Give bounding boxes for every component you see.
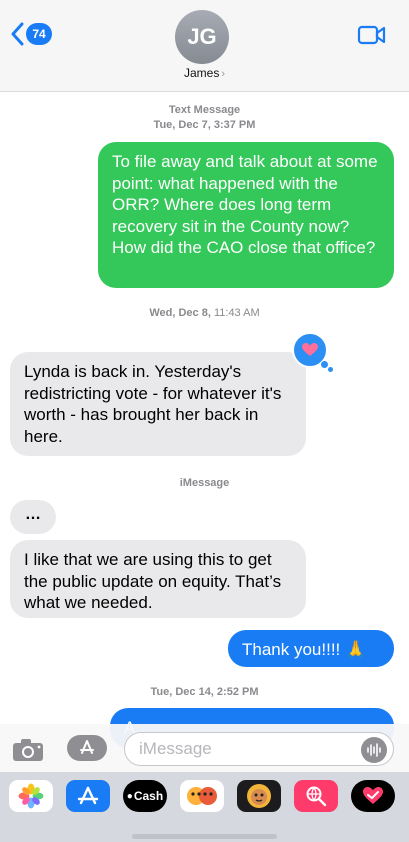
- apple-logo-icon: ●: [126, 790, 133, 802]
- service-label: Text Message: [168, 104, 241, 116]
- camera-button[interactable]: [12, 738, 44, 767]
- conversation-header: 74 JG James ›: [0, 0, 409, 92]
- chevron-right-icon: ›: [221, 68, 225, 80]
- photos-app-button[interactable]: [9, 780, 53, 812]
- memoji-stickers-icon: [187, 787, 217, 805]
- photos-icon: [18, 783, 44, 809]
- memoji-stickers-button[interactable]: [180, 780, 224, 812]
- home-indicator: [132, 834, 277, 839]
- animoji-icon: [247, 784, 271, 808]
- heart-icon: [302, 343, 318, 356]
- timestamp: Wed, Dec 8, 11:43 AM: [149, 307, 260, 319]
- received-message-bubble[interactable]: I like that we are using this to get the…: [10, 540, 306, 618]
- timestamp: Tue, Dec 7, 3:37 PM: [153, 119, 256, 131]
- unread-count-badge: 74: [26, 23, 52, 45]
- sent-imessage-bubble[interactable]: Thank you!!!! 🙏: [228, 630, 394, 667]
- contact-name: James: [183, 66, 220, 80]
- back-button[interactable]: 74: [10, 22, 52, 46]
- avatar[interactable]: JG: [175, 10, 229, 64]
- imessage-text-field[interactable]: [139, 739, 339, 759]
- audio-message-button[interactable]: [361, 737, 387, 763]
- facetime-video-button[interactable]: [357, 24, 387, 51]
- chevron-left-icon: [11, 22, 24, 46]
- globe-search-icon: [306, 786, 327, 807]
- message-composer: [0, 724, 409, 772]
- animoji-button[interactable]: [237, 780, 281, 812]
- apps-button[interactable]: [67, 735, 107, 761]
- app-store-icon: [80, 740, 94, 754]
- imessage-input[interactable]: [124, 732, 394, 766]
- video-camera-icon: [357, 25, 386, 45]
- app-store-app-button[interactable]: [66, 780, 110, 812]
- service-label: iMessage: [179, 477, 230, 489]
- waveform-icon: [367, 743, 381, 757]
- app-store-icon: [77, 786, 99, 805]
- typing-indicator: …: [10, 500, 56, 534]
- received-message-bubble[interactable]: Lynda is back in. Yesterday's redistrict…: [10, 352, 306, 456]
- sent-sms-bubble[interactable]: To file away and talk about at some poin…: [98, 142, 394, 288]
- cash-label: Cash: [133, 789, 164, 803]
- contact-name-button[interactable]: James ›: [0, 66, 409, 80]
- timestamp: Tue, Dec 14, 2:52 PM: [150, 686, 259, 698]
- apple-cash-button[interactable]: ● Cash: [123, 780, 167, 812]
- heart-hands-icon: [363, 787, 383, 804]
- app-drawer: ● Cash: [0, 772, 409, 842]
- digital-touch-button[interactable]: [351, 780, 395, 812]
- camera-icon: [13, 739, 43, 761]
- reaction-tail: [328, 367, 333, 372]
- image-search-button[interactable]: [294, 780, 338, 812]
